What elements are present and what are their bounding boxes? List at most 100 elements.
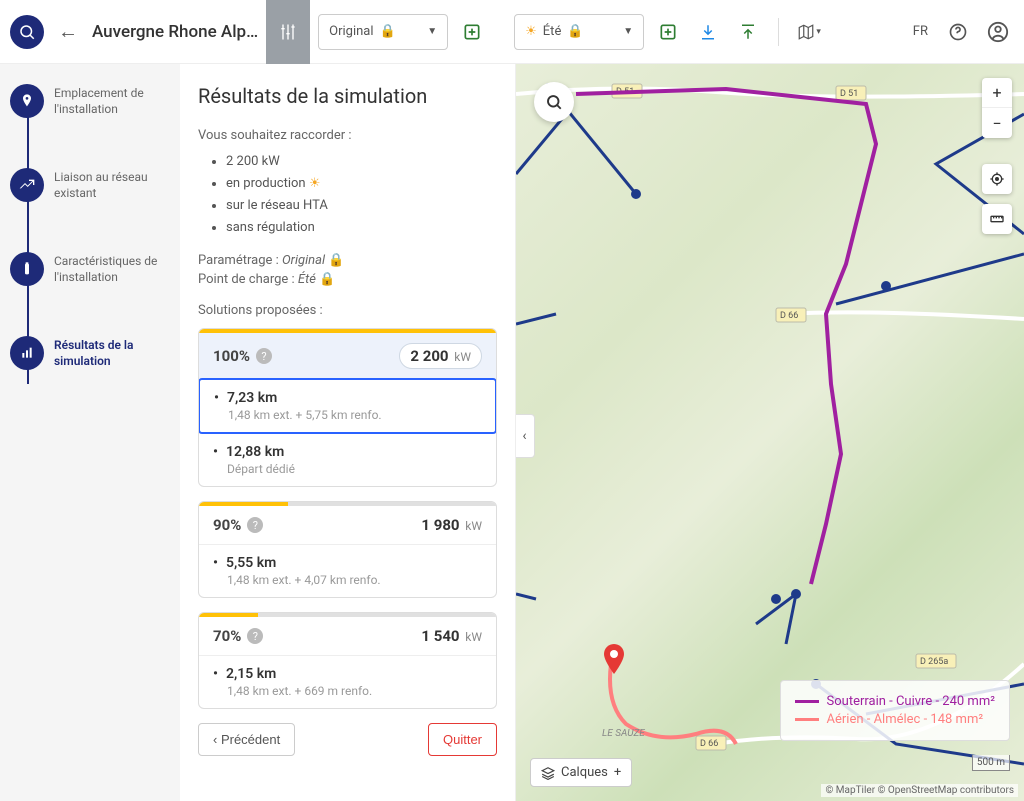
distance-detail: 1,48 km ext. + 4,07 km renfo.	[213, 573, 482, 587]
step-label: Caractéristiques de l'installation	[54, 252, 170, 285]
card-header[interactable]: 70% ? 1 540 kW	[199, 617, 496, 655]
step-characteristics[interactable]: Caractéristiques de l'installation	[10, 252, 170, 286]
add-charge-button[interactable]	[652, 16, 684, 48]
distance: 2,15 km	[213, 666, 482, 682]
quit-button[interactable]: Quitter	[428, 723, 497, 756]
account-button[interactable]	[982, 16, 1014, 48]
card-header[interactable]: 90% ? 1 980 kW	[199, 506, 496, 544]
solution-card-90: 90% ? 1 980 kW 5,55 km 1,48 km ext. + 4,…	[198, 501, 497, 598]
plus-icon: +	[614, 765, 621, 780]
distance: 12,88 km	[213, 444, 482, 460]
legend-row-aerial: Aérien - Almélec - 148 mm²	[795, 712, 995, 727]
legend-label: Aérien - Almélec - 148 mm²	[827, 712, 984, 727]
bullet-mode: en production ☀	[226, 173, 497, 195]
zoom-controls: + −	[982, 78, 1012, 138]
charge-dropdown-label: Été	[543, 24, 562, 39]
lock-icon: 🔒	[567, 24, 583, 39]
panel-heading: Résultats de la simulation	[198, 84, 497, 108]
collapse-panel-button[interactable]: ‹	[516, 414, 535, 458]
layers-label: Calques	[561, 765, 608, 780]
help-icon[interactable]: ?	[247, 628, 263, 644]
svg-text:D 66: D 66	[780, 311, 798, 321]
results-icon	[10, 336, 44, 370]
map-scale: 500 m	[972, 755, 1010, 771]
percentage: 100%	[213, 347, 250, 365]
map-attribution: © MapTiler © OpenStreetMap contributors	[821, 784, 1018, 797]
charge-dropdown[interactable]: ☀ Été 🔒 ▼	[514, 14, 644, 50]
solution-card-100: 100% ? 2 200 kW 7,23 km 1,48 km ext. + 5…	[198, 328, 497, 487]
card-header[interactable]: 100% ? 2 200 kW	[199, 333, 496, 379]
solution-row[interactable]: 2,15 km 1,48 km ext. + 669 m renfo.	[199, 655, 496, 708]
svg-text:D 51: D 51	[840, 89, 858, 99]
distance: 7,23 km	[214, 390, 481, 406]
step-results[interactable]: Résultats de la simulation	[10, 336, 170, 370]
locate-control	[982, 164, 1012, 194]
solution-row[interactable]: 12,88 km Départ dédié	[199, 433, 496, 486]
power-value: 1 540 kW	[421, 627, 482, 645]
distance-detail: 1,48 km ext. + 5,75 km renfo.	[214, 408, 481, 422]
step-liaison[interactable]: Liaison au réseau existant	[10, 168, 170, 202]
step-label: Emplacement de l'installation	[54, 84, 170, 117]
step-location[interactable]: Emplacement de l'installation	[10, 84, 170, 118]
solution-row[interactable]: 7,23 km 1,48 km ext. + 5,75 km renfo.	[198, 378, 497, 434]
param-dropdown[interactable]: Original 🔒 ▼	[318, 14, 448, 50]
upload-button[interactable]	[732, 16, 764, 48]
stepper-sidebar: Emplacement de l'installation Liaison au…	[0, 64, 180, 801]
map-search-button[interactable]	[534, 82, 574, 122]
help-icon[interactable]: ?	[256, 348, 272, 364]
step-label: Liaison au réseau existant	[54, 168, 170, 201]
solution-row[interactable]: 5,55 km 1,48 km ext. + 4,07 km renfo.	[199, 544, 496, 597]
distance-detail: 1,48 km ext. + 669 m renfo.	[213, 684, 482, 698]
param-line: Paramétrage : Original 🔒	[198, 253, 497, 268]
divider	[778, 18, 779, 46]
layers-button[interactable]: Calques +	[530, 758, 632, 787]
lock-icon: 🔒	[380, 24, 396, 39]
previous-button[interactable]: ‹ Précédent	[198, 723, 295, 756]
legend-label: Souterrain - Cuivre - 240 mm²	[827, 694, 995, 709]
map[interactable]: D 51 D 51 D 66 D 265a D 66 ‹	[516, 64, 1024, 801]
sun-icon: ☀	[309, 176, 321, 191]
power-value: 2 200 kW	[399, 343, 482, 369]
download-button[interactable]	[692, 16, 724, 48]
percentage: 70%	[213, 627, 241, 645]
add-param-button[interactable]	[456, 16, 488, 48]
measure-control	[982, 204, 1012, 234]
characteristics-icon	[10, 252, 44, 286]
legend-swatch	[795, 700, 819, 703]
liaison-icon	[10, 168, 44, 202]
legend-swatch	[795, 718, 819, 721]
charge-line: Point de charge : Été 🔒	[198, 272, 497, 287]
page-title: Auvergne Rhone Alp…	[92, 22, 258, 42]
locate-button[interactable]	[982, 164, 1012, 194]
svg-text:D 66: D 66	[700, 739, 718, 749]
power-value: 1 980 kW	[421, 516, 482, 534]
legend-row-underground: Souterrain - Cuivre - 240 mm²	[795, 694, 995, 709]
distance: 5,55 km	[213, 555, 482, 571]
measure-button[interactable]	[982, 204, 1012, 234]
results-panel: Résultats de la simulation Vous souhaite…	[180, 64, 516, 801]
step-label: Résultats de la simulation	[54, 336, 170, 369]
chevron-down-icon: ▼	[623, 26, 633, 37]
solution-card-70: 70% ? 1 540 kW 2,15 km 1,48 km ext. + 66…	[198, 612, 497, 709]
basemap-button[interactable]: ▾	[793, 16, 825, 48]
back-button[interactable]: ←	[52, 19, 84, 44]
sun-icon: ☀	[525, 24, 537, 39]
intro-text: Vous souhaitez raccorder :	[198, 128, 497, 143]
config-icon-button[interactable]	[266, 0, 310, 64]
language-switch[interactable]: FR	[907, 24, 934, 39]
help-icon[interactable]: ?	[247, 517, 263, 533]
location-icon	[10, 84, 44, 118]
bullet-power: 2 200 kW	[226, 151, 497, 173]
chevron-down-icon: ▼	[427, 26, 437, 37]
map-legend: Souterrain - Cuivre - 240 mm² Aérien - A…	[780, 680, 1010, 741]
param-dropdown-label: Original	[329, 24, 373, 39]
bullet-network: sur le réseau HTA	[226, 195, 497, 217]
distance-detail: Départ dédié	[213, 462, 482, 476]
place-label: LE SAUZE	[602, 728, 645, 739]
zoom-out-button[interactable]: −	[982, 108, 1012, 138]
svg-text:D 265a: D 265a	[920, 657, 948, 667]
app-logo[interactable]	[10, 15, 44, 49]
zoom-in-button[interactable]: +	[982, 78, 1012, 108]
percentage: 90%	[213, 516, 241, 534]
help-button[interactable]	[942, 16, 974, 48]
